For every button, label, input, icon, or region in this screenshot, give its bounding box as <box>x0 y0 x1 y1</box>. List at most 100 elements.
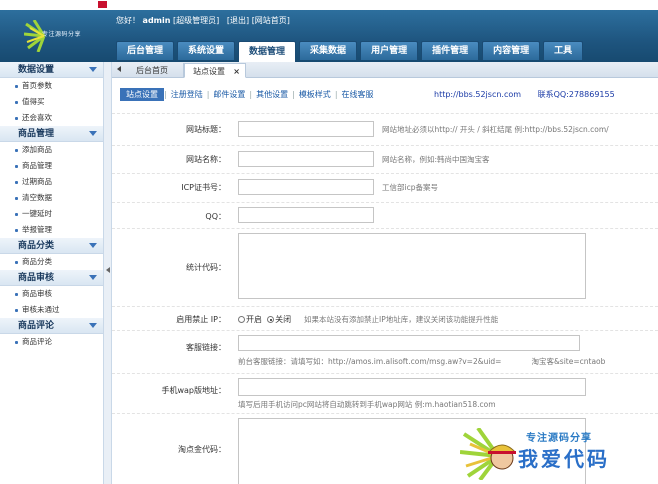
sidebar-item-home-params[interactable]: 首页参数 <box>0 78 103 94</box>
field-hint: 前台客服链接：请填写如：http://amos.im.alisoft.com/m… <box>238 357 606 366</box>
tab-label: 后台首页 <box>136 66 168 75</box>
sidebar-group-comments[interactable]: 商品评论 <box>0 318 103 334</box>
form-row-icp: ICP证书号： 工信部icp备案号 <box>112 173 658 202</box>
user-role: [超级管理员] <box>173 16 220 25</box>
form-row-ip-ban: 启用禁止 IP： 开启 关闭 如果本站没有添加禁止IP地址库，建议关闭该功能提升… <box>112 306 658 330</box>
subtab-mail-settings[interactable]: 邮件设置 <box>209 89 249 100</box>
browser-strip <box>0 0 658 10</box>
field-label: 淘点金代码： <box>178 445 226 454</box>
ip-ban-on-radio[interactable] <box>238 316 245 323</box>
subtab-register-login[interactable]: 注册登陆 <box>167 89 207 100</box>
site-title-input[interactable] <box>238 121 374 137</box>
radio-label: 开启 <box>246 315 262 324</box>
sidebar-item-worth-buying[interactable]: 值得买 <box>0 94 103 110</box>
sidebar: 数据设置 首页参数 值得买 还会喜欢 商品管理 添加商品 商品管理 过期商品 清… <box>0 62 104 484</box>
sidebar-item-product-comments[interactable]: 商品评论 <box>0 334 103 350</box>
form-row-site-name: 网站名称： 网站名称，例如:韩尚中国淘宝客 <box>112 145 658 173</box>
subtab-online-service[interactable]: 在线客服 <box>338 89 378 100</box>
forum-link[interactable]: http://bbs.52jscn.com <box>434 90 521 99</box>
tab-site-settings[interactable]: 站点设置 × <box>184 63 246 78</box>
sidebar-group-products[interactable]: 商品管理 <box>0 126 103 142</box>
sidebar-group-title: 商品分类 <box>18 241 55 251</box>
radio-label: 关闭 <box>275 315 292 324</box>
tab-admin-home[interactable]: 后台首页 <box>128 63 184 78</box>
sidebar-item-add-product[interactable]: 添加商品 <box>0 142 103 158</box>
field-hint: 工信部icp备案号 <box>382 183 438 192</box>
watermark-burst-icon <box>460 428 517 480</box>
settings-subtabs: 站点设置 | 注册登陆 | 邮件设置 | 其他设置 | 模板样式 | 在线客服 <box>120 87 378 101</box>
chevron-down-icon <box>89 323 97 328</box>
subtab-other-settings[interactable]: 其他设置 <box>252 89 292 100</box>
ip-ban-off-radio[interactable] <box>267 316 275 323</box>
sidebar-item-review-rejected[interactable]: 审核未通过 <box>0 302 103 318</box>
stats-code-textarea[interactable] <box>238 233 586 299</box>
logo: 专注源码分享 <box>14 16 110 56</box>
sidebar-collapse-handle[interactable] <box>104 62 112 484</box>
field-hint: 网站名称，例如:韩尚中国淘宝客 <box>382 155 490 164</box>
contact-qq: 联系QQ:278869155 <box>537 90 615 99</box>
field-label: QQ： <box>205 212 226 221</box>
chevron-down-icon <box>89 131 97 136</box>
qq-input[interactable] <box>238 207 374 223</box>
nav-tab-admin[interactable]: 后台管理 <box>116 41 175 60</box>
logout-link[interactable]: [退出] <box>227 16 249 25</box>
sidebar-group-title: 商品评论 <box>18 321 55 331</box>
field-hint: 如果本站没有添加禁止IP地址库，建议关闭该功能提升性能 <box>304 315 499 324</box>
site-home-link[interactable]: [网站首页] <box>252 16 290 25</box>
logo-text: 专注源码分享 <box>42 31 82 38</box>
nav-tab-users[interactable]: 用户管理 <box>360 41 419 60</box>
field-label: 启用禁止 IP： <box>176 315 226 324</box>
field-label: 网站标题： <box>186 125 226 134</box>
sidebar-item-expired-products[interactable]: 过期商品 <box>0 174 103 190</box>
chevron-left-icon <box>106 267 110 273</box>
nav-tab-plugins[interactable]: 插件管理 <box>421 41 480 60</box>
sidebar-item-also-like[interactable]: 还会喜欢 <box>0 110 103 126</box>
nav-tab-data[interactable]: 数据管理 <box>238 41 297 62</box>
top-nav: 后台管理 系统设置 数据管理 采集数据 用户管理 插件管理 内容管理 工具 <box>116 41 584 62</box>
welcome-bar: 您好！ admin [超级管理员] [退出] [网站首页] <box>116 15 290 26</box>
watermark-slogan: 专注源码分享 <box>526 433 592 444</box>
sidebar-group-title: 商品管理 <box>18 129 55 139</box>
sidebar-item-one-click-extend[interactable]: 一键延时 <box>0 206 103 222</box>
form-row-wap-url: 手机wap版地址： 填写后用手机访问pc网站将自动跳转到手机wap网站 例:m.… <box>112 373 658 413</box>
nav-tab-tools[interactable]: 工具 <box>543 41 584 60</box>
chevron-down-icon <box>89 67 97 72</box>
field-label: ICP证书号： <box>181 183 226 192</box>
sidebar-group-review[interactable]: 商品审核 <box>0 270 103 286</box>
sidebar-item-product-review[interactable]: 商品审核 <box>0 286 103 302</box>
sidebar-group-title: 商品审核 <box>18 273 55 283</box>
browser-favicon-icon <box>98 1 107 8</box>
sidebar-group-title: 数据设置 <box>18 65 55 75</box>
sidebar-item-clear-data[interactable]: 清空数据 <box>0 190 103 206</box>
field-label: 网站名称： <box>186 155 226 164</box>
page-tab-strip: 后台首页 站点设置 × <box>112 62 658 78</box>
field-hint: 填写后用手机访问pc网站将自动跳转到手机wap网站 例:m.haotian518… <box>238 400 496 409</box>
nav-tab-collect[interactable]: 采集数据 <box>299 41 358 60</box>
form-row-stats-code: 统计代码： <box>112 228 658 306</box>
sidebar-item-product-manage[interactable]: 商品管理 <box>0 158 103 174</box>
nav-tab-content[interactable]: 内容管理 <box>482 41 541 60</box>
site-name-input[interactable] <box>238 151 374 167</box>
nav-tab-system[interactable]: 系统设置 <box>177 41 236 60</box>
subtab-template-style[interactable]: 模板样式 <box>295 89 335 100</box>
watermark-title: 我爱代码 <box>518 447 610 471</box>
field-label: 客服链接： <box>186 343 226 352</box>
greeting: 您好！ <box>116 16 140 25</box>
watermark: 专注源码分享 我爱代码 <box>460 424 658 484</box>
service-link-input[interactable] <box>238 335 580 351</box>
chevron-down-icon <box>89 275 97 280</box>
tab-label: 站点设置 <box>193 67 225 76</box>
sidebar-item-report-manage[interactable]: 举报管理 <box>0 222 103 238</box>
icp-input[interactable] <box>238 179 374 195</box>
form-row-site-title: 网站标题： 网站地址必须以http:// 开头 / 斜杠结尾 例:http://… <box>112 113 658 145</box>
form-row-service-link: 客服链接： 前台客服链接：请填写如：http://amos.im.alisoft… <box>112 330 658 373</box>
sidebar-group-categories[interactable]: 商品分类 <box>0 238 103 254</box>
wap-url-textarea[interactable] <box>238 378 586 396</box>
sidebar-group-data-settings[interactable]: 数据设置 <box>0 62 103 78</box>
close-icon[interactable]: × <box>233 64 240 79</box>
field-label: 手机wap版地址： <box>161 386 226 395</box>
subtab-site-settings[interactable]: 站点设置 <box>120 87 164 101</box>
field-hint: 网站地址必须以http:// 开头 / 斜杠结尾 例:http://bbs.52… <box>382 125 609 134</box>
sidebar-item-product-category[interactable]: 商品分类 <box>0 254 103 270</box>
back-arrow-icon[interactable] <box>117 66 121 72</box>
